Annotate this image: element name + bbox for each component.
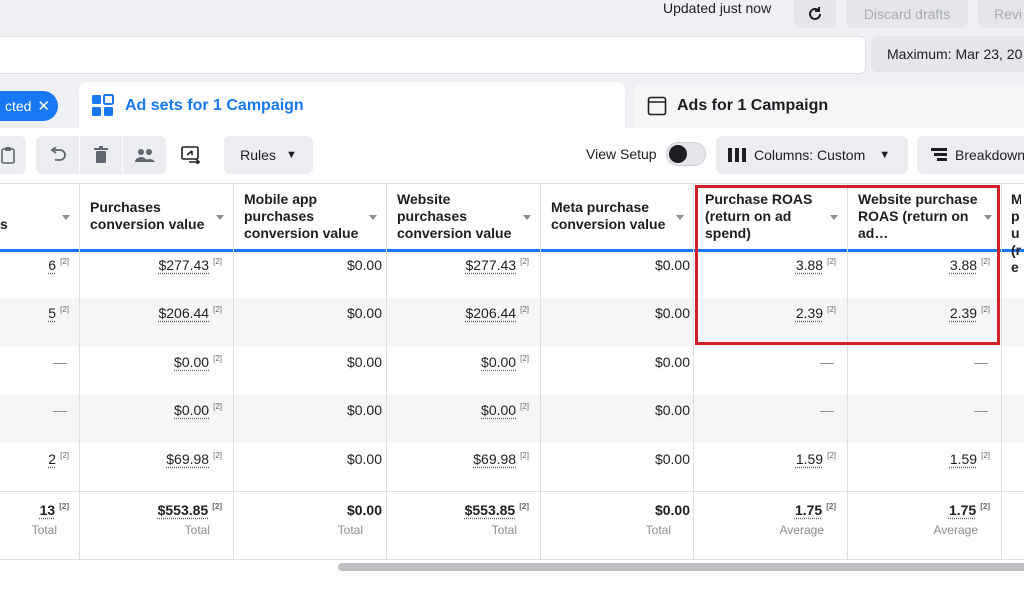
- footnote-marker: [2]: [213, 402, 222, 411]
- footnote-marker: [2]: [60, 257, 69, 266]
- cell-value: 13: [40, 502, 56, 518]
- footnote-marker: [2]: [59, 502, 69, 511]
- table-cell: $0.00 [2]: [174, 402, 222, 418]
- table-cell: $0.00: [347, 354, 382, 370]
- table-cell: 5 [2]: [48, 305, 69, 321]
- total-label: Total: [492, 523, 517, 537]
- cell-value: $206.44: [158, 305, 209, 321]
- table-cell: —: [974, 354, 988, 370]
- footnote-marker: [2]: [520, 305, 529, 314]
- cell-value: $0.00: [347, 502, 382, 518]
- footnote-marker: [2]: [520, 402, 529, 411]
- cell-value: 1.59: [796, 451, 823, 467]
- footnote-marker: [2]: [827, 451, 836, 460]
- total-label: Total: [646, 523, 671, 537]
- table-cell: 13 [2]: [40, 502, 69, 518]
- total-label: Total: [32, 523, 57, 537]
- footnote-marker: [2]: [60, 451, 69, 460]
- table-cell: —: [820, 354, 834, 370]
- cell-value: $0.00: [655, 257, 690, 273]
- total-label: Average: [934, 523, 978, 537]
- total-label: Average: [780, 523, 824, 537]
- table-cell: 2 [2]: [48, 451, 69, 467]
- table-cell: $0.00: [347, 502, 382, 518]
- cell-value: $0.00: [347, 402, 382, 418]
- table-cell: $553.85 [2]: [158, 502, 222, 518]
- cell-value: $0.00: [347, 257, 382, 273]
- table-cell: —: [53, 354, 67, 370]
- cell-value: $69.98: [473, 451, 516, 467]
- table-cell: $0.00: [655, 257, 690, 273]
- table-cell: —: [820, 402, 834, 418]
- cell-value: $206.44: [465, 305, 516, 321]
- cell-value: $0.00: [347, 354, 382, 370]
- cell-value: $0.00: [481, 354, 516, 370]
- cell-value: $0.00: [655, 305, 690, 321]
- cell-value: 5: [48, 305, 56, 321]
- table-cell: $277.43 [2]: [158, 257, 222, 273]
- cell-value: 6: [48, 257, 56, 273]
- cell-value: $0.00: [655, 451, 690, 467]
- table-cell: $69.98 [2]: [166, 451, 222, 467]
- table-cell: $206.44 [2]: [465, 305, 529, 321]
- cell-value: $277.43: [465, 257, 516, 273]
- table-cell: $69.98 [2]: [473, 451, 529, 467]
- highlight-box: [695, 185, 1000, 345]
- cell-value: $0.00: [347, 305, 382, 321]
- table-cell: $0.00 [2]: [174, 354, 222, 370]
- cell-value: 1.75: [795, 502, 822, 518]
- footnote-marker: [2]: [213, 354, 222, 363]
- table-cell: $277.43 [2]: [465, 257, 529, 273]
- table-cell: —: [53, 402, 67, 418]
- cell-value: 2: [48, 451, 56, 467]
- table-cell: $0.00: [655, 305, 690, 321]
- table-cell: $0.00: [655, 402, 690, 418]
- cell-value: $553.85: [465, 502, 516, 518]
- cell-value: $277.43: [158, 257, 209, 273]
- table-cell: $0.00: [347, 305, 382, 321]
- table-cell: 1.75 [2]: [795, 502, 836, 518]
- horizontal-scrollbar[interactable]: [338, 563, 1024, 571]
- footnote-marker: [2]: [519, 502, 529, 511]
- table-cell: $0.00 [2]: [481, 402, 529, 418]
- table-cell: $0.00: [347, 402, 382, 418]
- cell-value: $0.00: [655, 354, 690, 370]
- footnote-marker: [2]: [213, 305, 222, 314]
- table-cell: $553.85 [2]: [465, 502, 529, 518]
- footnote-marker: [2]: [212, 502, 222, 511]
- table-cell: $0.00: [347, 451, 382, 467]
- footnote-marker: [2]: [60, 305, 69, 314]
- footnote-marker: [2]: [520, 257, 529, 266]
- table-cell: —: [974, 402, 988, 418]
- cell-value: $0.00: [481, 402, 516, 418]
- table-cell: $0.00: [347, 257, 382, 273]
- table-cell: 1.59 [2]: [796, 451, 836, 467]
- footnote-marker: [2]: [826, 502, 836, 511]
- cell-value: $0.00: [347, 451, 382, 467]
- table-cell: $206.44 [2]: [158, 305, 222, 321]
- cell-value: $0.00: [174, 402, 209, 418]
- cell-value: $69.98: [166, 451, 209, 467]
- total-label: Total: [338, 523, 363, 537]
- footnote-marker: [2]: [520, 451, 529, 460]
- table-cell: 1.75 [2]: [949, 502, 990, 518]
- cell-value: $553.85: [158, 502, 209, 518]
- cell-value: $0.00: [655, 502, 690, 518]
- cell-value: 1.59: [950, 451, 977, 467]
- footnote-marker: [2]: [213, 451, 222, 460]
- footnote-marker: [2]: [981, 451, 990, 460]
- total-label: Total: [185, 523, 210, 537]
- table-cell: 1.59 [2]: [950, 451, 990, 467]
- table-cell: $0.00 [2]: [481, 354, 529, 370]
- cell-value: $0.00: [174, 354, 209, 370]
- table-cell: $0.00: [655, 451, 690, 467]
- table-cell: 6 [2]: [48, 257, 69, 273]
- footnote-marker: [2]: [213, 257, 222, 266]
- cell-value: 1.75: [949, 502, 976, 518]
- table-cell: $0.00: [655, 354, 690, 370]
- footnote-marker: [2]: [980, 502, 990, 511]
- footnote-marker: [2]: [520, 354, 529, 363]
- cell-value: $0.00: [655, 402, 690, 418]
- table-cell: $0.00: [655, 502, 690, 518]
